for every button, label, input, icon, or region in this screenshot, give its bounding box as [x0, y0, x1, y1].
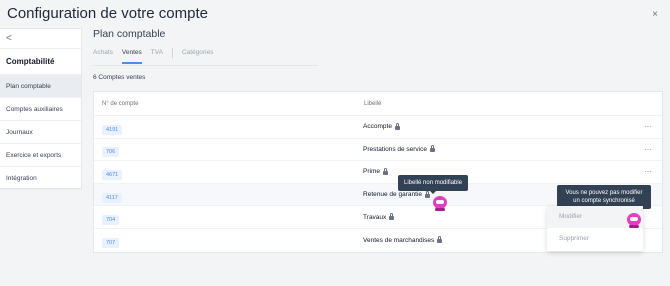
tab-tva[interactable]: TVA	[151, 48, 163, 64]
sidebar-item-comptes-auxiliaires[interactable]: Comptes auxiliaires	[0, 98, 81, 121]
tabs-bar: Achats Ventes TVA Catégories	[93, 48, 213, 66]
tooltip-text: Libellé non modifiable	[404, 180, 463, 186]
tabs-divider	[93, 65, 318, 66]
tab-achats[interactable]: Achats	[93, 48, 113, 64]
column-header-account: N° de compte	[102, 100, 139, 107]
table-header: N° de compte Libellé	[94, 92, 662, 116]
account-number-badge: 707	[102, 238, 120, 249]
account-number-badge: 706	[102, 147, 120, 158]
sidebar-heading: Comptabilité	[0, 49, 81, 75]
lock-icon	[394, 122, 400, 130]
more-options-icon[interactable]: ···	[644, 167, 652, 176]
close-icon[interactable]: ×	[652, 9, 658, 20]
lock-icon	[389, 213, 395, 221]
mascot-icon	[433, 196, 447, 211]
account-label: Travaux	[363, 213, 387, 221]
tab-categories[interactable]: Catégories	[182, 48, 213, 64]
account-label: Prime	[363, 168, 381, 176]
account-number-badge: 4191	[102, 124, 123, 135]
row-context-menu: Modifier Supprimer	[547, 206, 643, 251]
account-number-badge: 4671	[102, 169, 123, 180]
table-row[interactable]: 4671 Prime ···	[94, 161, 662, 184]
lock-icon[interactable]	[424, 190, 430, 198]
account-label: Prestations de service	[363, 145, 427, 153]
tooltip-text-line1: Vous ne pouvez pas modifier	[565, 190, 643, 196]
more-options-icon[interactable]: ···	[644, 122, 652, 131]
back-icon[interactable]: <	[0, 29, 81, 49]
mascot-icon	[627, 213, 641, 228]
more-options-icon[interactable]: ···	[644, 145, 652, 154]
account-number-badge: 704	[102, 215, 120, 226]
account-number-badge: 4117	[102, 192, 122, 203]
accounts-count: 6 Comptes ventes	[93, 74, 146, 81]
account-label: Ventes de marchandises	[363, 236, 435, 244]
account-label: Retenue de garantie	[363, 191, 422, 199]
lock-icon	[430, 145, 435, 153]
tab-ventes[interactable]: Ventes	[121, 48, 142, 64]
sidebar-item-journaux[interactable]: Journaux	[0, 121, 81, 144]
table-row[interactable]: 706 Prestations de service ···	[94, 139, 662, 162]
lock-icon	[383, 167, 389, 175]
section-title: Plan comptable	[93, 28, 166, 40]
menu-item-supprimer[interactable]: Supprimer	[547, 228, 643, 250]
sidebar-item-integration[interactable]: Intégration	[0, 167, 81, 190]
sidebar: < Comptabilité Plan comptable Comptes au…	[0, 28, 82, 190]
sidebar-item-exercice-exports[interactable]: Exercice et exports	[0, 144, 81, 167]
column-header-label: Libellé	[364, 100, 382, 107]
page-title: Configuration de votre compte	[7, 5, 208, 22]
lock-icon	[437, 236, 443, 244]
tooltip-arrow	[430, 191, 437, 194]
table-row[interactable]: 4191 Accompte ···	[94, 116, 662, 139]
sidebar-item-plan-comptable[interactable]: Plan comptable	[0, 75, 81, 98]
tooltip-text-line2: un compte synchronisé	[573, 198, 635, 204]
account-label: Accompte	[363, 123, 392, 131]
tooltip-label-locked: Libellé non modifiable	[398, 175, 469, 194]
tab-divider	[171, 48, 173, 58]
